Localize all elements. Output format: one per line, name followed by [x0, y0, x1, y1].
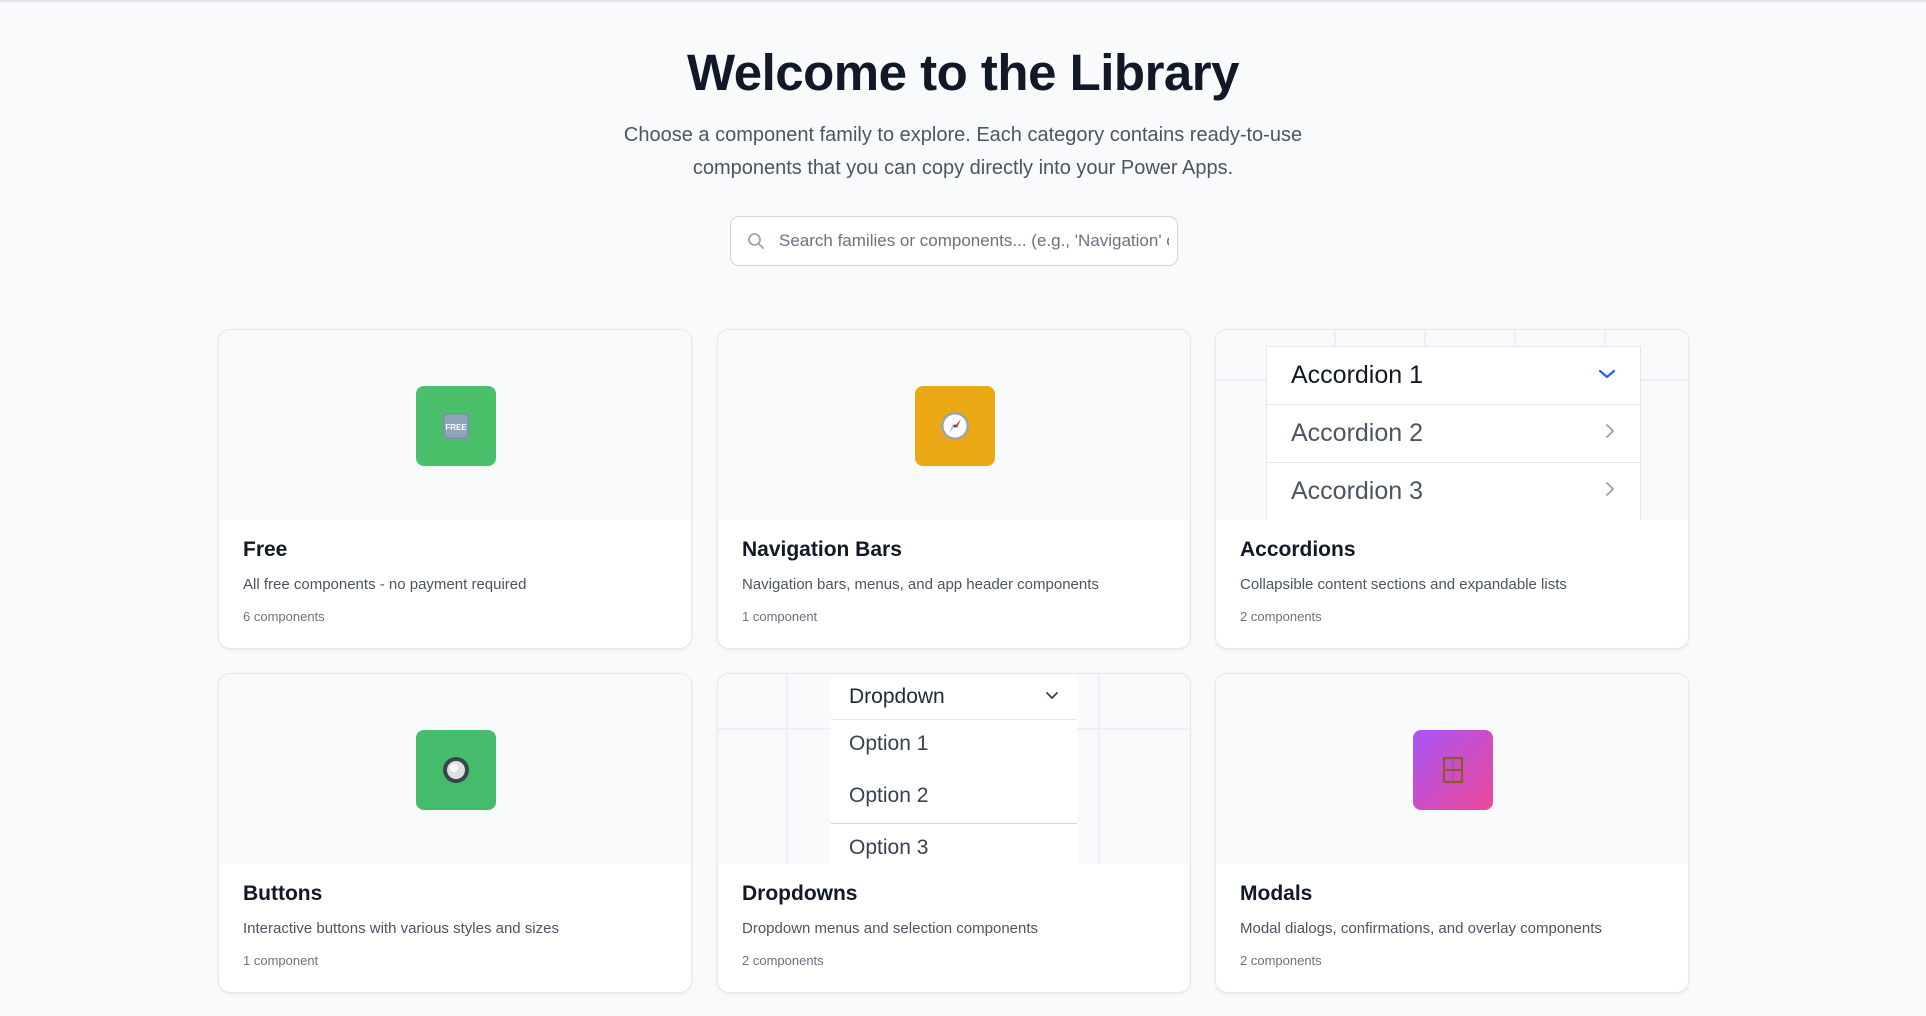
family-card-navigation-bars[interactable]: Navigation Bars Navigation bars, menus, … — [717, 329, 1191, 649]
subtitle-line-2: components that you can copy directly in… — [692, 157, 1234, 179]
dropdown-preview: Dropdown Option 1 Option 2 Option 3 — [831, 674, 1077, 864]
card-description: Navigation bars, menus, and app header c… — [742, 576, 1099, 593]
card-count: 1 component — [243, 953, 319, 968]
accordion-item: Accordion 2 — [1267, 405, 1640, 463]
card-count: 2 components — [1240, 953, 1322, 968]
card-preview: Dropdown Option 1 Option 2 Option 3 — [718, 674, 1190, 864]
card-preview: FREE — [219, 330, 691, 520]
accordion-item: Accordion 1 — [1267, 347, 1640, 405]
dropdown-option: Option 3 — [849, 836, 929, 859]
accordion-preview: Accordion 1 Accordion 2 Accordion 3 — [1266, 346, 1641, 520]
search-input[interactable] — [779, 231, 1169, 251]
radio-button-icon — [416, 730, 496, 810]
card-description: All free components - no payment require… — [243, 576, 527, 593]
card-description: Dropdown menus and selection components — [742, 920, 1039, 937]
dropdown-header: Dropdown — [831, 674, 1077, 720]
chevron-down-icon — [1045, 688, 1059, 706]
family-card-dropdowns[interactable]: Dropdown Option 1 Option 2 Option 3 Drop… — [717, 673, 1191, 993]
card-title: Free — [243, 538, 288, 561]
compass-icon — [915, 386, 995, 466]
card-title: Navigation Bars — [742, 538, 902, 561]
card-count: 6 components — [243, 609, 325, 624]
family-card-free[interactable]: FREE Free All free components - no payme… — [218, 329, 692, 649]
accordion-label: Accordion 1 — [1291, 361, 1424, 389]
card-count: 1 component — [742, 609, 818, 624]
card-preview — [219, 674, 691, 864]
top-border — [0, 0, 1926, 2]
card-description: Interactive buttons with various styles … — [243, 920, 559, 937]
card-count: 2 components — [1240, 609, 1322, 624]
family-card-modals[interactable]: Modals Modal dialogs, confirmations, and… — [1215, 673, 1689, 993]
card-title: Modals — [1240, 882, 1313, 905]
window-icon — [1413, 730, 1493, 810]
divider — [831, 823, 1077, 824]
card-preview — [718, 330, 1190, 520]
card-title: Dropdowns — [742, 882, 858, 905]
accordion-label: Accordion 2 — [1291, 419, 1424, 447]
card-title: Buttons — [243, 882, 323, 905]
card-title: Accordions — [1240, 538, 1356, 561]
family-card-buttons[interactable]: Buttons Interactive buttons with various… — [218, 673, 692, 993]
free-icon-text: FREE — [445, 423, 467, 432]
chevron-right-icon — [1604, 423, 1616, 444]
card-description: Collapsible content sections and expanda… — [1240, 576, 1567, 593]
accordion-item: Accordion 3 — [1267, 463, 1640, 520]
family-card-accordions[interactable]: Accordion 1 Accordion 2 Accordion 3 Acco… — [1215, 329, 1689, 649]
search-box[interactable] — [730, 216, 1178, 266]
card-count: 2 components — [742, 953, 824, 968]
card-preview: Accordion 1 Accordion 2 Accordion 3 — [1216, 330, 1688, 520]
page-subtitle: Choose a component family to explore. Ea… — [593, 119, 1333, 185]
card-description: Modal dialogs, confirmations, and overla… — [1240, 920, 1602, 937]
dropdown-option: Option 1 — [849, 732, 929, 755]
chevron-right-icon — [1604, 481, 1616, 502]
dropdown-option: Option 2 — [849, 784, 929, 807]
subtitle-line-1: Choose a component family to explore. Ea… — [623, 124, 1303, 146]
search-icon — [745, 230, 767, 252]
free-icon: FREE — [416, 386, 496, 466]
page-title: Welcome to the Library — [686, 44, 1240, 101]
dropdown-label: Dropdown — [849, 684, 945, 708]
card-preview — [1216, 674, 1688, 864]
chevron-down-icon — [1598, 367, 1616, 385]
accordion-label: Accordion 3 — [1291, 477, 1424, 505]
